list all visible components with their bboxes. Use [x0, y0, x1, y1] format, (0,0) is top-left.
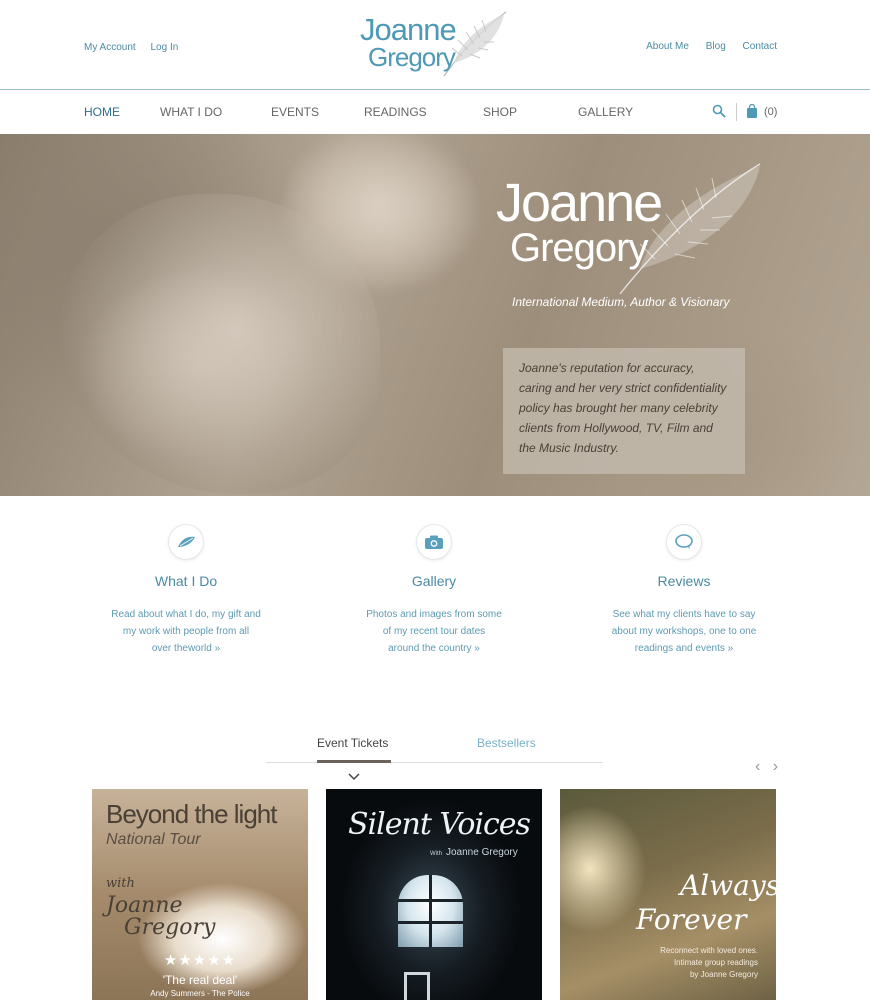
top-bar: My Account Log In Joanne Gregory About M… — [0, 0, 870, 90]
feature-description[interactable]: Read about what I do, my gift and my wor… — [86, 606, 286, 657]
nav-item-shop[interactable]: SHOP — [483, 105, 517, 119]
nav-item-home[interactable]: HOME — [84, 105, 120, 119]
stool-image — [404, 972, 430, 1000]
hero-quote-text: Joanne's reputation for accuracy, caring… — [519, 361, 727, 455]
card-description: Reconnect with loved ones. Intimate grou… — [660, 946, 758, 979]
product-card-always-forever[interactable]: Always Forever Reconnect with loved ones… — [560, 789, 776, 1000]
login-link[interactable]: Log In — [150, 42, 178, 53]
camera-icon — [416, 524, 452, 560]
carousel-arrows: ‹ › — [755, 758, 786, 776]
main-nav: HOME WHAT I DO EVENTS READINGS SHOP GALL… — [0, 91, 870, 134]
hero-banner: Joanne Gregory International Medium, Aut… — [0, 134, 870, 496]
about-me-link[interactable]: About Me — [646, 41, 689, 52]
my-account-link[interactable]: My Account — [84, 42, 136, 53]
shopping-bag-icon[interactable] — [746, 103, 758, 123]
card-signature: with Joanne Gregory — [106, 876, 216, 940]
card-subtitle: National Tour — [106, 831, 201, 848]
site-logo[interactable]: Joanne Gregory — [358, 8, 518, 84]
carousel-next-button[interactable]: › — [773, 758, 778, 775]
feature-reviews[interactable]: Reviews See what my clients have to say … — [584, 524, 784, 657]
card-title-line1: Always — [680, 869, 776, 902]
feature-gallery[interactable]: Gallery Photos and images from some of m… — [334, 524, 534, 657]
nav-item-readings[interactable]: READINGS — [364, 105, 427, 119]
active-tab-underline — [317, 760, 391, 763]
card-title: Beyond the light — [106, 799, 277, 829]
blog-link[interactable]: Blog — [706, 41, 726, 52]
hero-quote-box: Joanne's reputation for accuracy, caring… — [503, 348, 745, 474]
account-links: My Account Log In — [84, 42, 190, 53]
chevron-down-icon — [348, 768, 360, 786]
card-rating-stars: ★★★★★ — [163, 952, 237, 969]
window-image — [398, 875, 463, 947]
nav-divider — [736, 103, 737, 121]
hero-title-line2: Gregory — [510, 226, 648, 270]
feature-description[interactable]: See what my clients have to say about my… — [584, 606, 784, 657]
feature-title[interactable]: What I Do — [86, 573, 286, 589]
feature-description[interactable]: Photos and images from some of my recent… — [334, 606, 534, 657]
hero-tagline: International Medium, Author & Visionary — [512, 295, 730, 309]
card-title: Silent Voices — [348, 807, 531, 842]
card-quote-author: Andy Summers - The Police — [150, 989, 250, 998]
cart-count[interactable]: (0) — [764, 106, 777, 118]
contact-link[interactable]: Contact — [743, 41, 777, 52]
feature-title[interactable]: Reviews — [584, 573, 784, 589]
search-icon[interactable] — [712, 104, 726, 123]
top-links: About Me Blog Contact — [632, 41, 777, 52]
card-quote: 'The real deal' — [162, 973, 238, 987]
feature-title[interactable]: Gallery — [334, 573, 534, 589]
card-title-line2: Forever — [636, 903, 747, 936]
tab-event-tickets[interactable]: Event Tickets — [317, 736, 388, 750]
nav-item-gallery[interactable]: GALLERY — [578, 105, 633, 119]
logo-line2: Gregory — [368, 42, 456, 72]
product-card-beyond-the-light[interactable]: Beyond the light National Tour with Joan… — [92, 789, 308, 1000]
feather-icon — [168, 524, 204, 560]
nav-item-events[interactable]: EVENTS — [271, 105, 319, 119]
tab-bestsellers[interactable]: Bestsellers — [477, 736, 536, 750]
carousel-prev-button[interactable]: ‹ — [755, 758, 760, 775]
product-card-silent-voices[interactable]: Silent Voices With Joanne Gregory — [326, 789, 542, 1000]
speech-bubble-icon — [666, 524, 702, 560]
nav-item-what-i-do[interactable]: WHAT I DO — [160, 105, 222, 119]
feature-what-i-do[interactable]: What I Do Read about what I do, my gift … — [86, 524, 286, 657]
product-tabs: Event Tickets Bestsellers — [266, 730, 603, 781]
card-byline: With Joanne Gregory — [430, 847, 518, 858]
hero-title-line1: Joanne — [496, 173, 663, 233]
